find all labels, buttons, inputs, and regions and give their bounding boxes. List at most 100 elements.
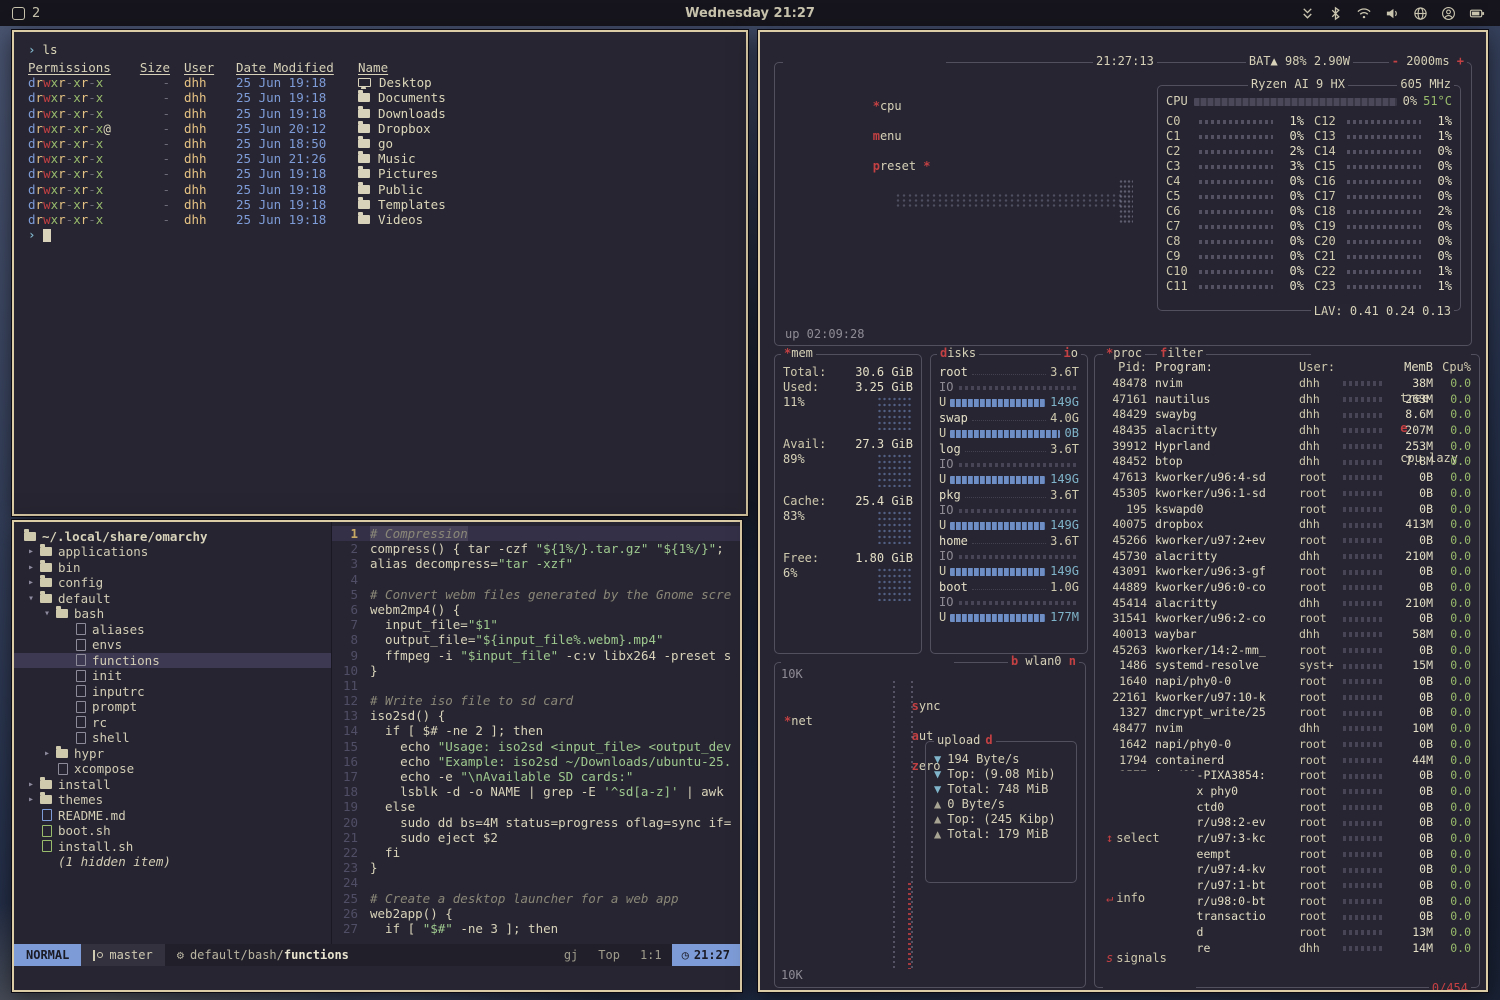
code-line[interactable]: 18 lsblk -d -o NAME | grep -E '^sd[a-z]'… <box>332 784 740 799</box>
code-line[interactable]: 23 } <box>332 860 740 875</box>
code-line[interactable]: 26 web2app() { <box>332 906 740 921</box>
process-row[interactable]: 1642 napi/phy0-0 root 0B 0.0 <box>1103 737 1471 753</box>
col-user[interactable]: User: <box>1299 360 1343 375</box>
code-line[interactable]: 13 iso2sd() { <box>332 708 740 723</box>
process-row[interactable]: 45305 kworker/u96:1-sd root 0B 0.0 <box>1103 486 1471 502</box>
tree-item[interactable]: ▸ themes <box>24 792 331 808</box>
net-option[interactable]: sync <box>912 699 941 713</box>
process-row[interactable]: 22161 kworker/u97:10-k root 0B 0.0 <box>1103 690 1471 706</box>
code-line[interactable]: 6 webm2mp4() { <box>332 602 740 617</box>
code-line[interactable]: 9 ffmpeg -i "$input_file" -c:v libx264 -… <box>332 648 740 663</box>
process-row[interactable]: 48452 btop dhh 7.8M 0.0 <box>1103 454 1471 470</box>
tree-item[interactable]: install.sh <box>24 839 331 855</box>
tree-item[interactable]: ▾ default <box>24 591 331 607</box>
col-memory[interactable]: MemB <box>1389 360 1433 375</box>
footer-key-hint[interactable]: ↵info <box>1106 891 1181 906</box>
net-interface[interactable]: b wlan0 n <box>1008 654 1079 669</box>
tree-item[interactable]: ▸ hypr <box>24 746 331 762</box>
chevron-icon[interactable]: ▾ <box>44 608 56 619</box>
tree-item[interactable]: ▸ bin <box>24 560 331 576</box>
editor-buffer[interactable]: 1 # Compression 2 compress() { tar -czf … <box>332 522 740 944</box>
code-line[interactable]: 15 echo "Usage: iso2sd <input_file> <out… <box>332 739 740 754</box>
tree-item[interactable]: shell <box>24 730 331 746</box>
interval-decrease-button[interactable]: - <box>1392 54 1399 69</box>
tree-item[interactable]: ▾ bash <box>24 606 331 622</box>
io-mode-toggle[interactable]: io <box>1061 346 1081 361</box>
code-line[interactable]: 12 # Write iso file to sd card <box>332 693 740 708</box>
wifi-icon[interactable] <box>1356 6 1372 21</box>
process-row[interactable]: 45414 alacritty dhh 210M 0.0 <box>1103 596 1471 612</box>
process-row[interactable]: 44889 kworker/u96:0-co root 0B 0.0 <box>1103 580 1471 596</box>
terminal-window[interactable]: › ls Permissions Size User Date Modified… <box>12 30 748 516</box>
command-line[interactable] <box>14 966 740 990</box>
neovim-window[interactable]: ~/.local/share/omarchy ▸ applications <box>12 520 742 992</box>
disks-box-title[interactable]: disks <box>937 346 979 361</box>
btop-window[interactable]: *cpu menu preset * 21:27:13 BAT▲ 98% 2.9… <box>758 30 1488 992</box>
tree-item[interactable]: ▸ install <box>24 777 331 793</box>
tree-item[interactable]: README.md <box>24 808 331 824</box>
tree-item[interactable]: xcompose <box>24 761 331 777</box>
code-line[interactable]: 19 else <box>332 799 740 814</box>
code-line[interactable]: 14 if [ $# -ne 2 ]; then <box>332 723 740 738</box>
process-row[interactable]: 1327 dmcrypt_write/25 root 0B 0.0 <box>1103 705 1471 721</box>
tree-item[interactable]: rc <box>24 715 331 731</box>
process-row[interactable]: 48435 alacritty dhh 207M 0.0 <box>1103 423 1471 439</box>
process-row[interactable]: 48478 nvim dhh 38M 0.0 <box>1103 376 1471 392</box>
chevron-icon[interactable]: ▸ <box>28 577 40 588</box>
tree-item[interactable]: functions <box>14 653 331 669</box>
tree-item[interactable]: ▸ applications <box>24 544 331 560</box>
process-row[interactable]: 40075 dropbox dhh 413M 0.0 <box>1103 517 1471 533</box>
filter-button[interactable]: filter <box>1157 346 1206 361</box>
chevron-icon[interactable]: ▾ <box>28 593 40 604</box>
process-row[interactable]: 40013 waybar dhh 58M 0.0 <box>1103 627 1471 643</box>
bluetooth-icon[interactable] <box>1328 6 1343 21</box>
btop-tab[interactable]: menu <box>873 129 902 143</box>
net-panel-title[interactable]: uploadd <box>934 733 996 748</box>
code-line[interactable]: 27 if [ "$#" -ne 3 ]; then <box>332 921 740 936</box>
tree-item[interactable]: (1 hidden item) <box>24 854 331 870</box>
process-row[interactable]: 31541 kworker/u96:2-co root 0B 0.0 <box>1103 611 1471 627</box>
memory-box-title[interactable]: *mem <box>781 346 816 361</box>
code-line[interactable]: 25 # Create a desktop launcher for a web… <box>332 891 740 906</box>
tree-item[interactable]: inputrc <box>24 684 331 700</box>
process-row[interactable]: 48429 swaybg dhh 8.6M 0.0 <box>1103 407 1471 423</box>
code-line[interactable]: 1 # Compression <box>332 526 740 541</box>
code-line[interactable]: 20 sudo dd bs=4M status=progress oflag=s… <box>332 815 740 830</box>
code-line[interactable]: 5 # Convert webm files generated by the … <box>332 587 740 602</box>
process-box-title[interactable]: *proc <box>1103 346 1145 361</box>
tree-item[interactable]: aliases <box>24 622 331 638</box>
code-line[interactable]: 4 <box>332 572 740 587</box>
footer-key-hint[interactable]: ssignals <box>1106 951 1181 966</box>
git-branch-segment[interactable]: master <box>81 944 164 966</box>
tree-item[interactable]: init <box>24 668 331 684</box>
chevron-icon[interactable]: ▸ <box>44 748 56 759</box>
interval-increase-button[interactable]: + <box>1457 54 1464 69</box>
terminal-input-line[interactable]: › <box>28 227 732 243</box>
process-row[interactable]: 39912 Hyprland dhh 253M 0.0 <box>1103 439 1471 455</box>
process-row[interactable]: 1794 containerd root 44M 0.0 <box>1103 753 1471 769</box>
code-line[interactable]: 16 echo "Example: iso2sd ~/Downloads/ubu… <box>332 754 740 769</box>
code-line[interactable]: 2 compress() { tar -czf "${1%/}.tar.gz" … <box>332 541 740 556</box>
battery-icon[interactable] <box>1469 6 1486 21</box>
chevron-icon[interactable]: ▸ <box>28 794 40 805</box>
updates-icon[interactable] <box>1300 6 1315 21</box>
process-row[interactable]: 48477 nvim dhh 10M 0.0 <box>1103 721 1471 737</box>
process-row[interactable]: 1640 napi/phy0-0 root 0B 0.0 <box>1103 674 1471 690</box>
code-line[interactable]: 24 <box>332 875 740 890</box>
code-line[interactable]: 3 alias decompress="tar -xzf" <box>332 556 740 571</box>
volume-icon[interactable] <box>1385 6 1400 21</box>
chevron-icon[interactable]: ▸ <box>28 546 40 557</box>
code-line[interactable]: 8 output_file="${input_file%.webm}.mp4" <box>332 632 740 647</box>
account-icon[interactable] <box>1441 6 1456 21</box>
tree-item[interactable]: envs <box>24 637 331 653</box>
tree-item[interactable]: prompt <box>24 699 331 715</box>
tree-item[interactable]: ▸ config <box>24 575 331 591</box>
network-icon[interactable] <box>1413 6 1428 21</box>
col-pid[interactable]: Pid: <box>1103 360 1147 375</box>
btop-tab[interactable]: preset * <box>873 159 931 173</box>
col-cpu[interactable]: Cpu% <box>1441 360 1471 375</box>
footer-key-hint[interactable]: ↕select <box>1106 831 1181 846</box>
code-line[interactable]: 7 input_file="$1" <box>332 617 740 632</box>
process-row[interactable]: 45263 kworker/14:2-mm_ root 0B 0.0 <box>1103 643 1471 659</box>
code-line[interactable]: 10 } <box>332 663 740 678</box>
